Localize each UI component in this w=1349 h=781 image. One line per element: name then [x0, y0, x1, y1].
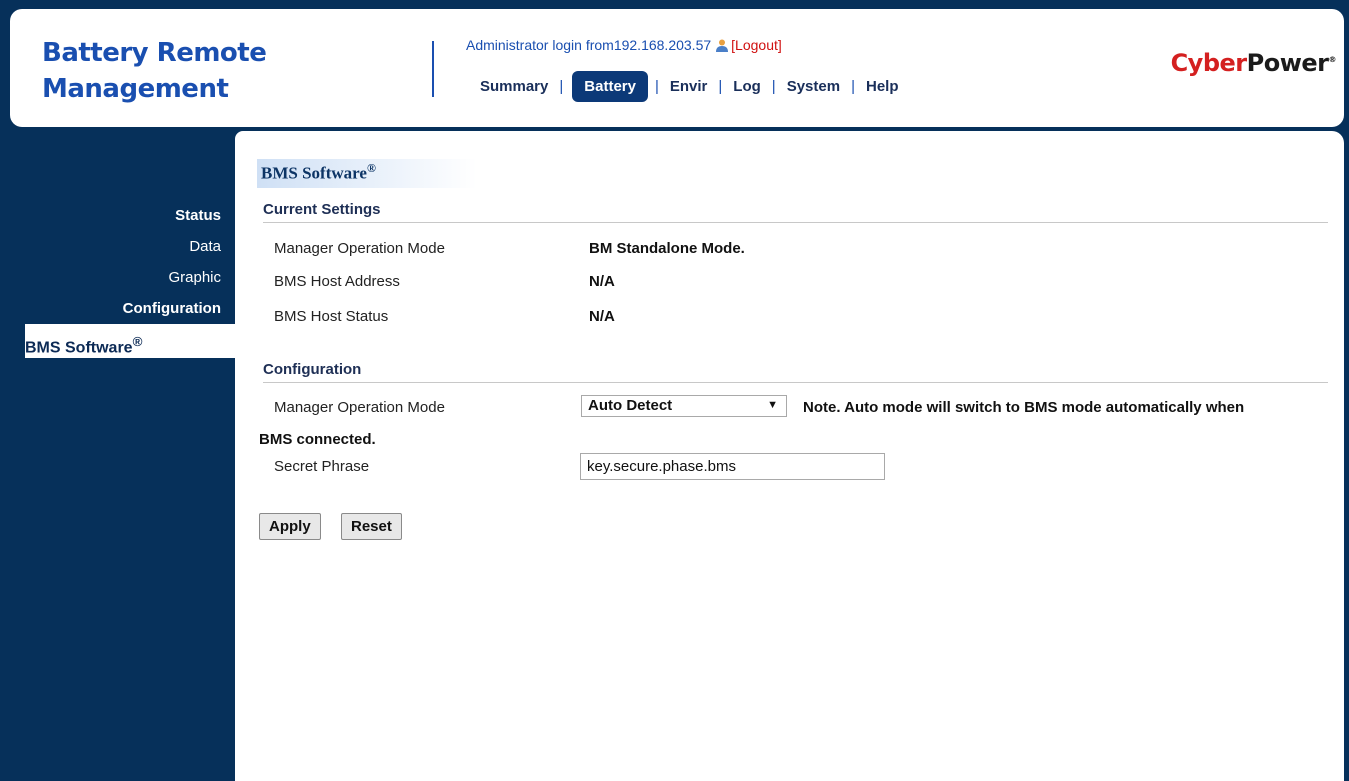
sidebar-heading-configuration: Configuration	[122, 300, 221, 317]
setting-value: N/A	[589, 273, 615, 290]
nav-envir[interactable]: Envir	[666, 72, 712, 101]
secret-phrase-label: Secret Phrase	[274, 458, 370, 475]
sidebar-heading-status: Status	[175, 207, 221, 224]
setting-value: N/A	[589, 308, 615, 325]
nav-system[interactable]: System	[783, 72, 844, 101]
sidebar-item-bms-software[interactable]: BMS Software®	[25, 324, 235, 358]
setting-label: BMS Host Address	[274, 273, 400, 290]
nav-separator: |	[851, 78, 855, 95]
sidebar-item-data[interactable]: Data	[0, 231, 235, 262]
sidebar: Status Data Graphic Configuration BMS So…	[0, 200, 235, 358]
mode-note-continued: BMS connected.	[259, 431, 376, 448]
cyberpower-logo: CyberPower®	[1170, 49, 1337, 77]
nav-help[interactable]: Help	[862, 72, 903, 101]
page-title: BMS Software®	[257, 159, 477, 188]
nav-separator: |	[559, 78, 564, 95]
setting-label: BMS Host Status	[274, 308, 389, 325]
main-nav: Summary | Battery | Envir | Log | System…	[476, 71, 903, 102]
main-content: BMS Software® Current Settings Manager O…	[235, 131, 1344, 781]
nav-separator: |	[718, 78, 723, 95]
nav-summary[interactable]: Summary	[476, 72, 552, 101]
reg-mark: ®	[132, 334, 143, 349]
section-heading-configuration: Configuration	[263, 361, 1328, 383]
page-title-text: BMS Software	[261, 163, 367, 183]
mode-label: Manager Operation Mode	[274, 399, 445, 416]
nav-log[interactable]: Log	[729, 72, 765, 101]
logo-mark: ®	[1328, 55, 1337, 64]
reg-mark: ®	[366, 161, 376, 175]
dropdown-arrow-icon: ▼	[767, 399, 778, 411]
brand-line-1: Battery Remote	[42, 38, 267, 68]
reset-button[interactable]: Reset	[341, 513, 402, 540]
apply-button[interactable]: Apply	[259, 513, 321, 540]
mode-select[interactable]: Auto Detect ▼	[581, 395, 787, 417]
logo-power: Power	[1246, 49, 1329, 77]
header-divider	[432, 41, 434, 97]
setting-value: BM Standalone Mode.	[589, 240, 745, 257]
user-icon	[715, 38, 729, 52]
login-info: Administrator login from192.168.203.57 [L…	[466, 37, 782, 53]
sidebar-item-label: BMS Software	[25, 339, 133, 357]
mode-note: Note. Auto mode will switch to BMS mode …	[803, 399, 1245, 416]
secret-phrase-input[interactable]	[580, 453, 885, 480]
logout-link[interactable]: [Logout]	[731, 37, 782, 53]
nav-battery[interactable]: Battery	[572, 71, 648, 102]
brand-line-2: Management	[42, 74, 229, 104]
brand-title: Battery Remote Management	[42, 35, 267, 107]
nav-separator: |	[654, 78, 659, 95]
nav-separator: |	[771, 78, 776, 95]
sidebar-item-graphic[interactable]: Graphic	[0, 262, 235, 293]
logo-cyber: Cyber	[1170, 49, 1248, 77]
login-text: Administrator login from192.168.203.57	[466, 37, 712, 53]
section-heading-current-settings: Current Settings	[263, 201, 1328, 223]
setting-label: Manager Operation Mode	[274, 240, 445, 257]
mode-select-value: Auto Detect	[588, 397, 673, 414]
header-bar: Battery Remote Management Administrator …	[10, 9, 1344, 127]
